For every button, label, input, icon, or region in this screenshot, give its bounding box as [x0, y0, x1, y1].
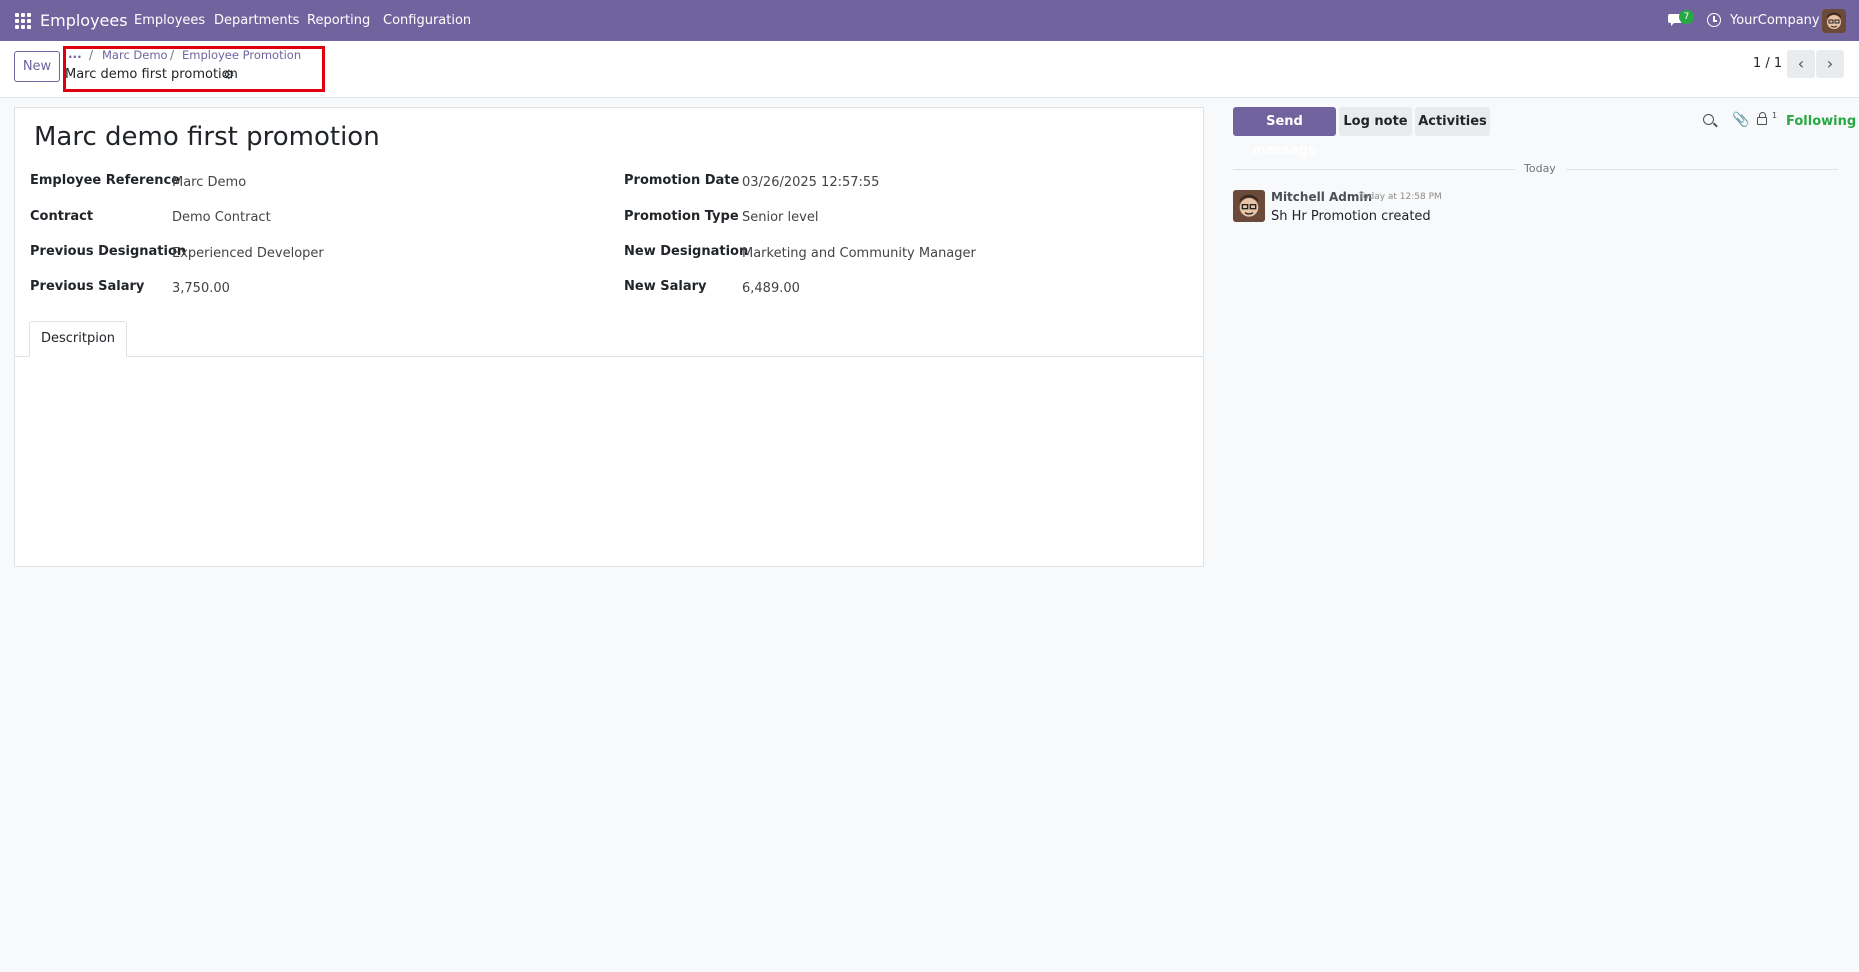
value-new-designation[interactable]: Marketing and Community Manager: [742, 246, 976, 261]
paperclip-icon[interactable]: 📎: [1732, 112, 1749, 128]
company-switcher[interactable]: YourCompany: [1730, 13, 1820, 28]
message-time: Today at 12:58 PM: [1359, 192, 1442, 202]
value-previous-salary[interactable]: 3,750.00: [172, 281, 230, 296]
date-separator: Today: [1524, 162, 1556, 175]
tab-description[interactable]: Descritpion: [29, 321, 127, 357]
message-body: Sh Hr Promotion created: [1271, 209, 1431, 224]
form-title[interactable]: Marc demo first promotion: [34, 122, 380, 152]
follower-count: 1: [1772, 111, 1778, 120]
top-navbar: Employees Employees Departments Reportin…: [0, 0, 1859, 41]
value-promotion-date[interactable]: 03/26/2025 12:57:55: [742, 175, 879, 190]
message-author[interactable]: Mitchell Admin: [1271, 190, 1372, 204]
value-new-salary[interactable]: 6,489.00: [742, 281, 800, 296]
label-new-salary: New Salary: [624, 279, 707, 294]
value-previous-designation[interactable]: Experienced Developer: [172, 246, 324, 261]
activities-button[interactable]: Activities: [1415, 107, 1490, 136]
menu-reporting[interactable]: Reporting: [307, 13, 370, 28]
menu-departments[interactable]: Departments: [214, 13, 299, 28]
chat-badge: 7: [1679, 10, 1694, 24]
pager-next-button[interactable]: ›: [1816, 50, 1844, 78]
breadcrumb-ellipsis[interactable]: ...: [68, 47, 82, 61]
label-previous-designation: Previous Designation: [30, 244, 187, 259]
tabs-divider: [15, 356, 1203, 357]
label-employee-reference: Employee Reference: [30, 173, 181, 188]
breadcrumb-employee-promotion[interactable]: Employee Promotion: [182, 48, 301, 62]
breadcrumb-current-record: Marc demo first promotion: [65, 67, 238, 82]
label-contract: Contract: [30, 209, 94, 224]
control-panel: New ... / Marc Demo / Employee Promotion…: [0, 41, 1859, 98]
log-note-button[interactable]: Log note: [1339, 107, 1412, 136]
followers-icon[interactable]: [1757, 112, 1767, 125]
label-new-designation: New Designation: [624, 244, 749, 259]
date-divider-left: [1233, 169, 1515, 170]
app-name[interactable]: Employees: [40, 11, 128, 30]
new-button[interactable]: New: [14, 51, 60, 82]
date-divider-right: [1566, 169, 1838, 170]
gear-icon[interactable]: ⚙: [223, 68, 235, 83]
label-previous-salary: Previous Salary: [30, 279, 145, 294]
apps-menu-icon[interactable]: [15, 13, 31, 29]
form-sheet: Marc demo first promotion Employee Refer…: [14, 107, 1204, 567]
breadcrumb-separator: /: [89, 48, 94, 62]
value-promotion-type[interactable]: Senior level: [742, 210, 818, 225]
following-button[interactable]: Following: [1786, 114, 1856, 129]
value-employee-reference[interactable]: Marc Demo: [172, 175, 246, 190]
menu-configuration[interactable]: Configuration: [383, 13, 471, 28]
label-promotion-type: Promotion Type: [624, 209, 739, 224]
message-author-avatar[interactable]: [1233, 190, 1265, 222]
value-contract[interactable]: Demo Contract: [172, 210, 271, 225]
menu-employees[interactable]: Employees: [134, 13, 205, 28]
send-message-button[interactable]: Send message: [1233, 107, 1336, 158]
pager-previous-button[interactable]: ‹: [1787, 50, 1815, 78]
breadcrumb-separator: /: [170, 48, 175, 62]
pager-value[interactable]: 1 / 1: [1753, 56, 1782, 71]
user-avatar[interactable]: [1822, 9, 1846, 33]
label-promotion-date: Promotion Date: [624, 173, 740, 188]
activity-clock-icon[interactable]: [1707, 13, 1721, 27]
breadcrumb-marc-demo[interactable]: Marc Demo: [102, 48, 168, 62]
search-icon[interactable]: [1703, 114, 1714, 125]
